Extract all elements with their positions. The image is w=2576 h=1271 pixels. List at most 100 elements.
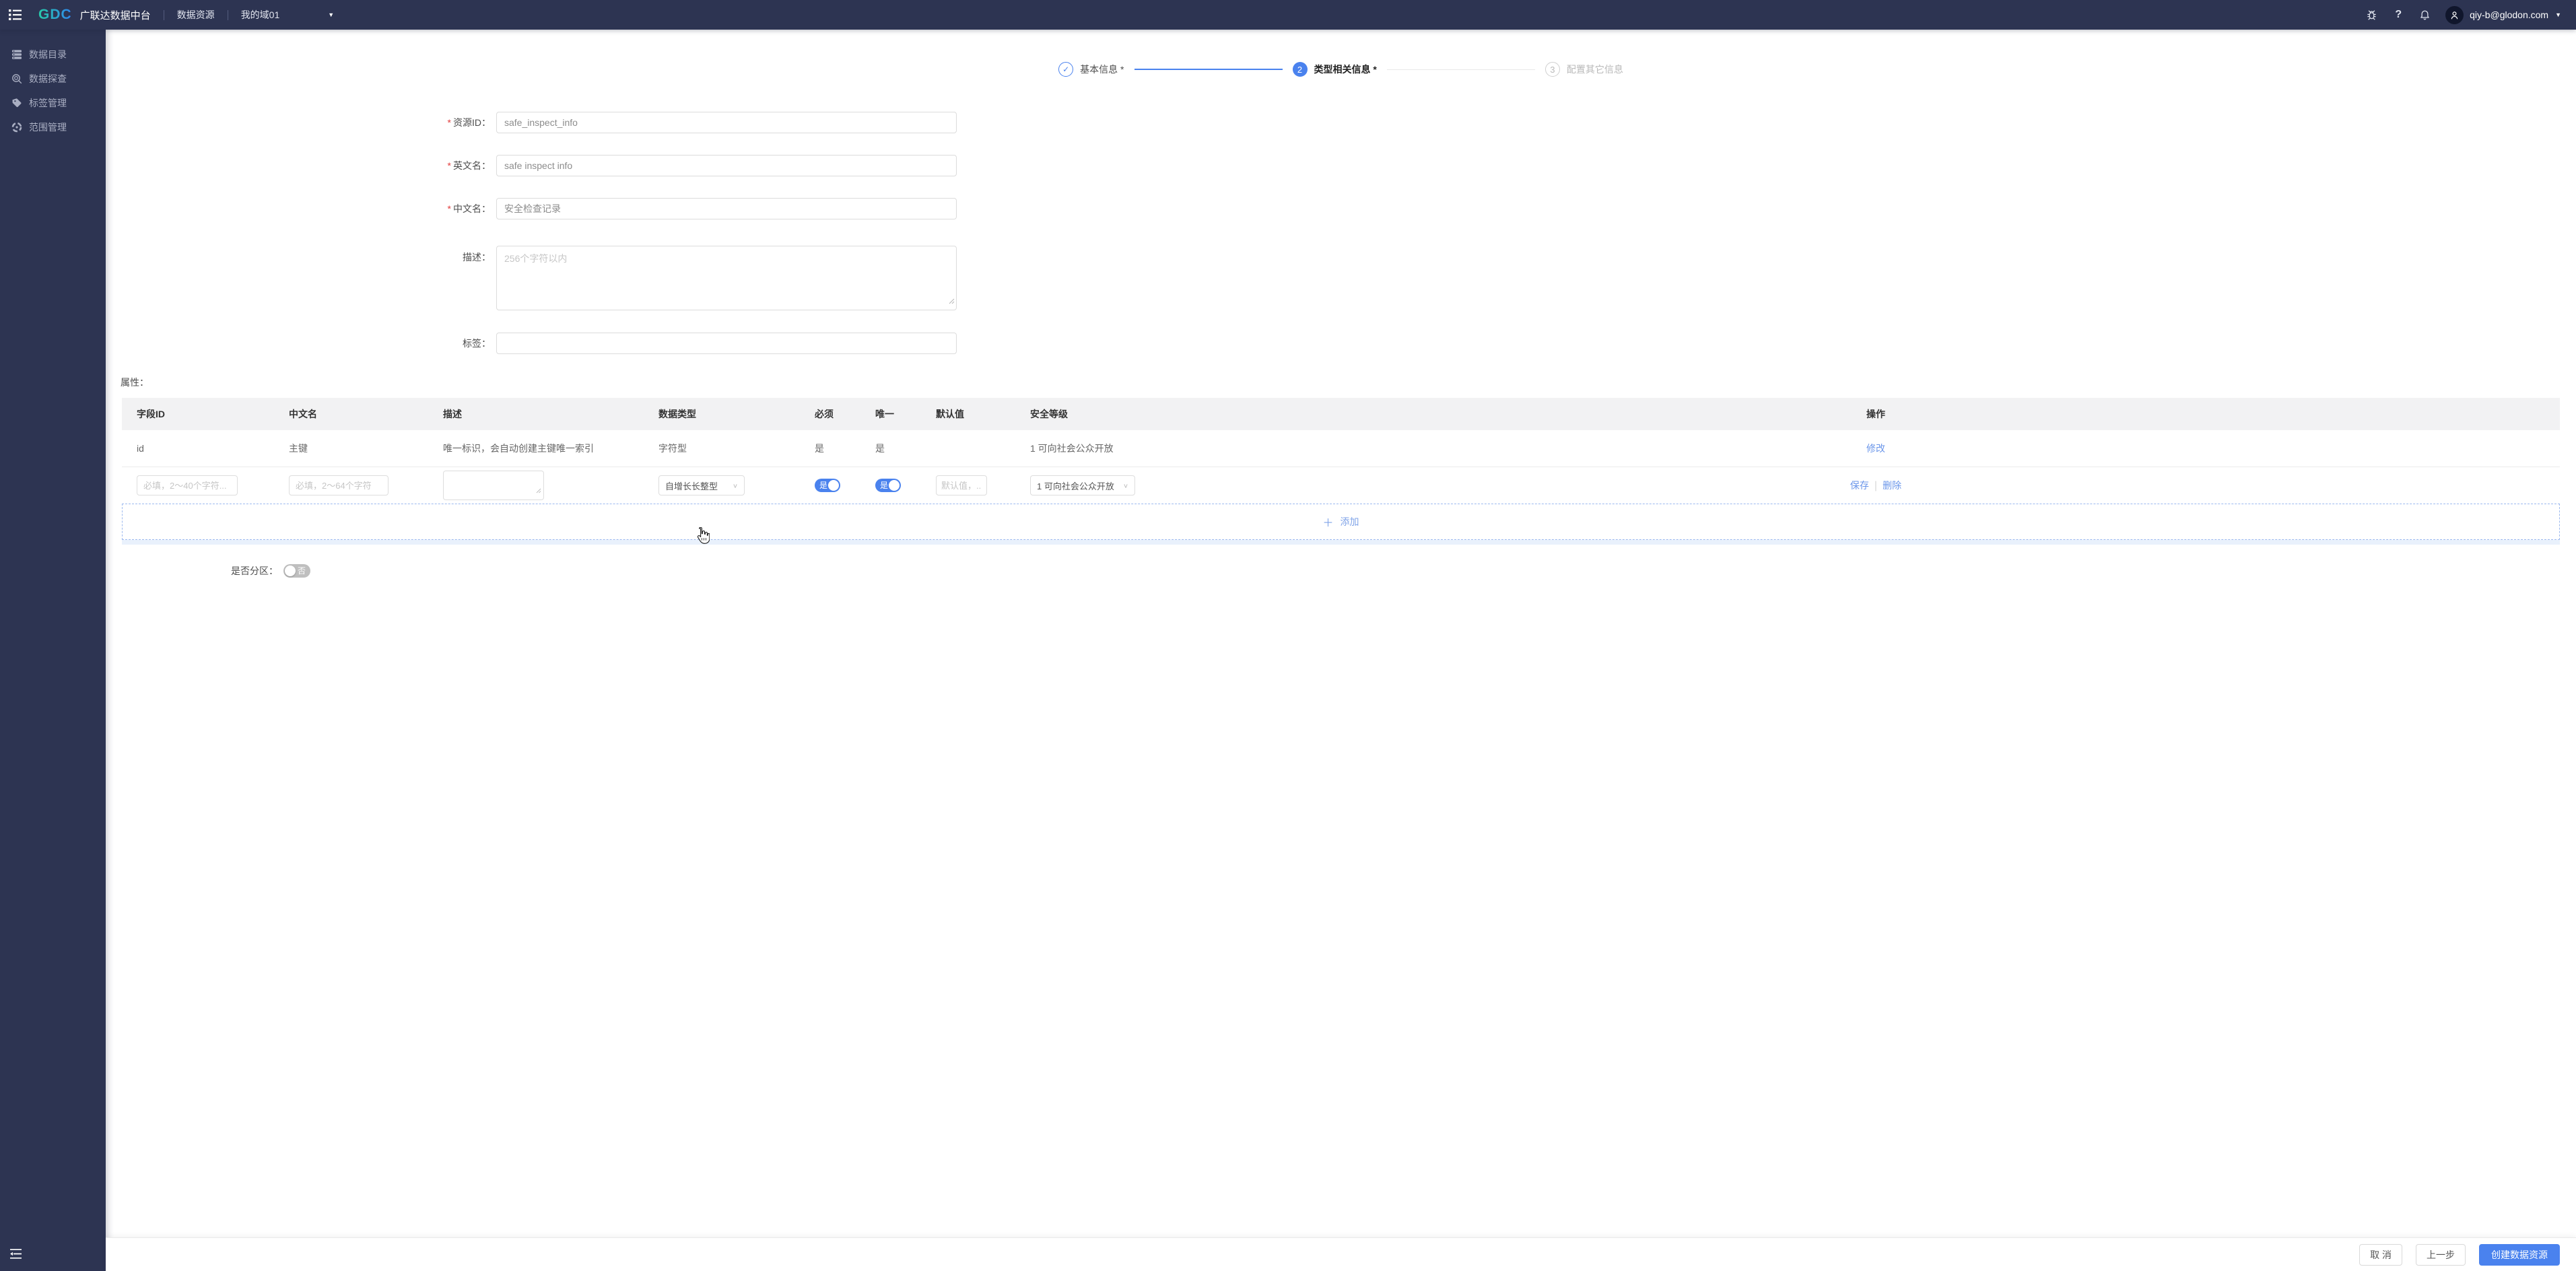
required-toggle[interactable]: 是: [815, 479, 840, 492]
sidebar-item-tag-management[interactable]: 标签管理: [0, 91, 106, 115]
col-header-default: 默认值: [936, 409, 964, 419]
table-header-row: 字段ID 中文名 描述 数据类型 必须 唯一 默认值 安全等级 操作: [122, 398, 2560, 430]
plus-icon: ＋: [1322, 518, 1334, 529]
description-mini-textarea[interactable]: [443, 471, 544, 500]
bug-report-icon[interactable]: [2366, 9, 2377, 21]
sidebar-collapse-icon[interactable]: [9, 1249, 22, 1262]
partition-toggle[interactable]: 否: [283, 564, 310, 578]
col-header-data-type: 数据类型: [658, 409, 696, 419]
step-3-label: 配置其它信息: [1566, 64, 1623, 75]
security-level-select[interactable]: 1 可向社会公众开放 ∨: [1030, 475, 1135, 495]
col-header-description: 描述: [443, 409, 462, 419]
required-asterisk: *: [447, 160, 451, 171]
tags-input[interactable]: [496, 333, 957, 354]
step-connector-pending: [1386, 69, 1535, 70]
col-header-field-id: 字段ID: [137, 409, 165, 419]
cancel-button[interactable]: 取 消: [2359, 1243, 2402, 1266]
explore-icon: [12, 74, 22, 84]
field-id-input[interactable]: [137, 475, 238, 495]
action-divider: |: [1874, 480, 1878, 491]
table-edit-row: 自增长长整型∨ 是 是 1 可向社会公众开放∨ 保存 | 删除: [122, 467, 2560, 504]
sidebar-item-label: 标签管理: [29, 98, 67, 108]
default-value-input[interactable]: [936, 475, 987, 495]
add-row-highlight-strip: [122, 540, 2560, 545]
chevron-down-icon: ▼: [2555, 11, 2561, 18]
sidebar-item-scope-management[interactable]: 范围管理: [0, 115, 106, 139]
attributes-table: 字段ID 中文名 描述 数据类型 必须 唯一 默认值 安全等级 操作 id 主键…: [122, 398, 2560, 504]
help-icon[interactable]: ?: [2395, 9, 2402, 21]
col-header-cn-name: 中文名: [289, 409, 317, 419]
domain-selector[interactable]: 我的域01 ▼: [241, 8, 335, 22]
row-cn-name: 主键: [289, 443, 308, 454]
user-avatar[interactable]: [2445, 5, 2464, 24]
step-3-number: 3: [1545, 62, 1560, 77]
sidebar-item-label: 数据探查: [29, 73, 67, 84]
step-1-check-icon: ✓: [1058, 62, 1074, 77]
attributes-section-label: 属性：: [121, 377, 149, 388]
row-required: 是: [815, 443, 824, 454]
english-name-input[interactable]: [496, 155, 957, 176]
required-asterisk: *: [447, 117, 451, 128]
chinese-name-input[interactable]: [496, 198, 957, 219]
chevron-down-icon: ∨: [732, 482, 738, 489]
scope-icon: [11, 122, 22, 133]
database-icon: [12, 50, 22, 59]
required-asterisk: *: [447, 203, 451, 214]
sidebar-item-label: 数据目录: [29, 49, 67, 60]
resize-handle-icon: [536, 485, 541, 497]
sidebar: 数据目录 数据探查 标签管理 范围管理: [0, 30, 106, 1271]
main-content: ✓ 基本信息 * 2 类型相关信息 * 3 配置其它信息 *资源ID： *英文名…: [106, 30, 2576, 1237]
toggle-knob: [285, 565, 296, 576]
row-description: 唯一标识，会自动创建主键唯一索引: [443, 443, 594, 454]
chinese-name-label: * 中文名：: [447, 203, 491, 214]
row-data-type: 字符型: [658, 443, 687, 454]
toggle-knob: [889, 480, 900, 491]
col-header-actions: 操作: [1866, 409, 1885, 419]
chevron-down-icon: ▼: [328, 11, 335, 18]
row-security: 1 可向社会公众开放: [1030, 443, 1114, 454]
step-2-label: 类型相关信息 *: [1314, 64, 1377, 75]
edit-link[interactable]: 修改: [1866, 443, 1885, 454]
sidebar-item-label: 范围管理: [29, 122, 67, 133]
col-header-unique: 唯一: [875, 409, 894, 419]
description-textarea[interactable]: [496, 246, 957, 310]
step-connector-done: [1134, 69, 1283, 70]
add-field-label: 添加: [1340, 516, 1359, 527]
stepper: ✓ 基本信息 * 2 类型相关信息 * 3 配置其它信息: [106, 62, 2576, 77]
cn-name-input[interactable]: [289, 475, 388, 495]
toggle-knob: [828, 480, 839, 491]
sidebar-item-data-explore[interactable]: 数据探查: [0, 67, 106, 91]
delete-link[interactable]: 删除: [1883, 480, 1901, 491]
col-header-required: 必须: [815, 409, 834, 419]
footer-action-bar: 取 消 上一步 创建数据资源: [106, 1237, 2576, 1271]
table-row: id 主键 唯一标识，会自动创建主键唯一索引 字符型 是 是 1 可向社会公众开…: [122, 430, 2560, 467]
save-link[interactable]: 保存: [1850, 480, 1869, 491]
description-label: 描述：: [463, 252, 491, 263]
chevron-down-icon: ∨: [1122, 482, 1128, 489]
gdc-logo: GDC: [38, 7, 72, 22]
notification-bell-icon[interactable]: [2419, 9, 2431, 21]
col-header-security: 安全等级: [1030, 409, 1068, 419]
create-data-resource-button[interactable]: 创建数据资源: [2479, 1243, 2560, 1266]
row-field-id: id: [137, 443, 144, 454]
app-title: 广联达数据中台: [79, 9, 151, 22]
row-unique: 是: [875, 443, 885, 454]
unique-toggle[interactable]: 是: [875, 479, 901, 492]
step-1-label: 基本信息 *: [1080, 64, 1124, 75]
english-name-label: * 英文名：: [447, 160, 491, 171]
step-2-number: 2: [1292, 62, 1308, 77]
nav-collapse-icon[interactable]: [9, 9, 22, 20]
add-field-button[interactable]: ＋ 添加: [122, 504, 2560, 540]
data-type-select[interactable]: 自增长长整型 ∨: [658, 475, 745, 495]
resource-id-label: * 资源ID：: [447, 117, 491, 128]
sidebar-item-data-catalog[interactable]: 数据目录: [0, 42, 106, 67]
tags-label: 标签：: [463, 338, 491, 349]
resource-id-input[interactable]: [496, 112, 957, 133]
partition-label: 是否分区：: [231, 565, 278, 576]
topbar: GDC 广联达数据中台 数据资源 我的域01 ▼ ? qiy-b@glodon.…: [0, 0, 2576, 30]
previous-step-button[interactable]: 上一步: [2416, 1243, 2466, 1266]
user-email[interactable]: qiy-b@glodon.com: [2470, 9, 2548, 20]
domain-selector-label: 我的域01: [240, 9, 280, 20]
tag-icon: [12, 98, 22, 108]
nav-item-data-resource[interactable]: 数据资源: [177, 8, 215, 22]
